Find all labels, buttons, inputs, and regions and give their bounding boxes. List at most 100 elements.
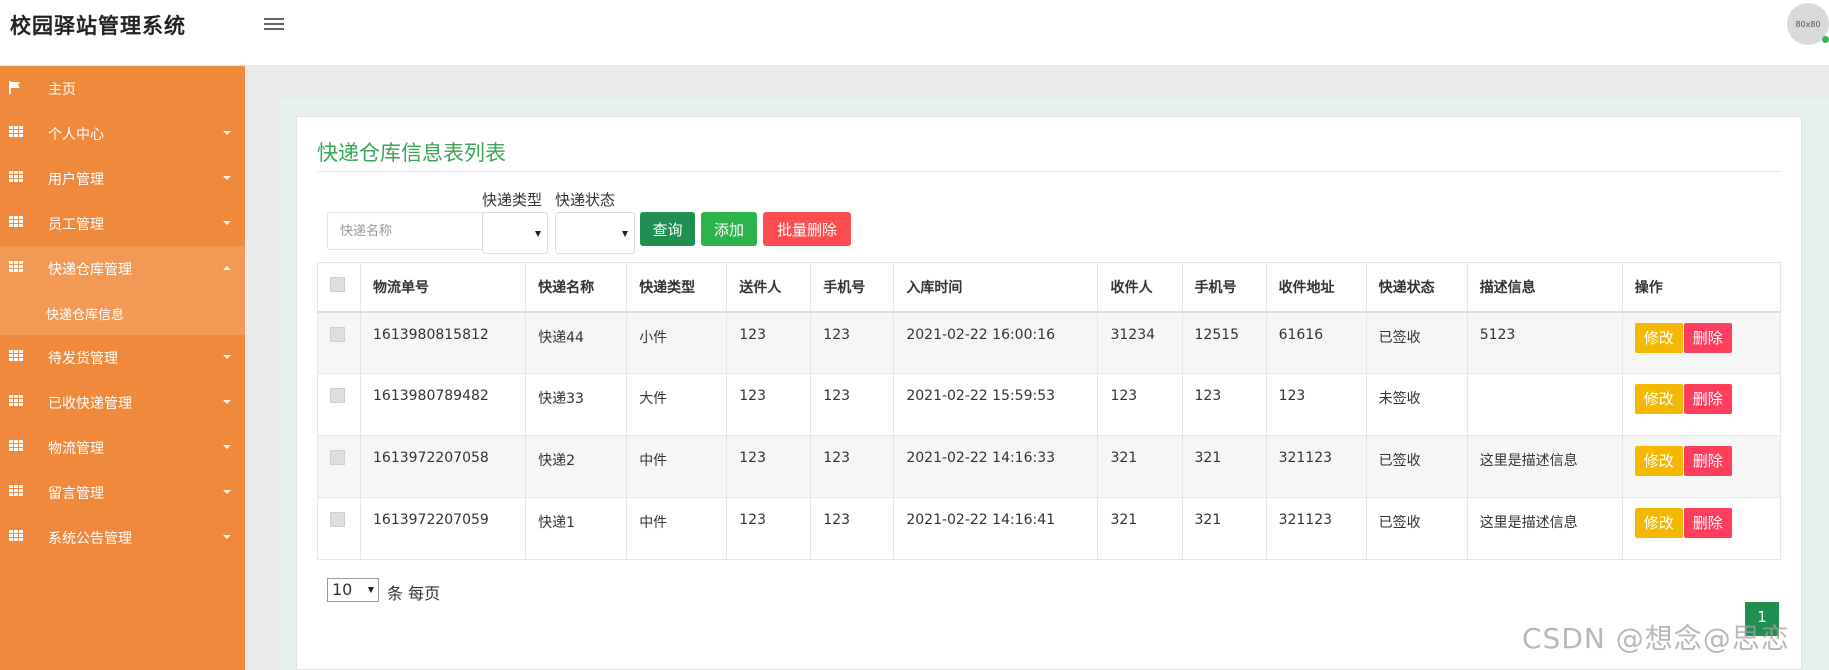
row-checkbox[interactable] (330, 512, 345, 527)
delete-button[interactable]: 删除 (1683, 322, 1732, 353)
sidebar-item-label: 待发货管理 (48, 350, 118, 367)
add-button[interactable]: 添加 (701, 212, 757, 246)
sidebar-item[interactable]: 主页 (0, 66, 245, 111)
column-header: 收件人 (1097, 262, 1183, 312)
title-divider (317, 171, 1781, 172)
online-status-dot (1822, 36, 1829, 43)
table-cell: 5123 (1466, 311, 1623, 374)
sidebar-item-label: 已收快递管理 (48, 395, 132, 412)
express-type-select[interactable] (482, 212, 548, 254)
sidebar-item[interactable]: 员工管理 (0, 201, 245, 246)
table-cell: 321 (1097, 497, 1183, 560)
sidebar-item[interactable]: 留言管理 (0, 470, 245, 515)
table-cell: 中件 (626, 497, 728, 560)
table-cell: 中件 (626, 435, 728, 498)
table-cell: 321123 (1265, 435, 1367, 498)
sidebar-item-label: 快递仓库管理 (48, 261, 132, 278)
content-card: 快递仓库信息表列表 快递类型 快递状态 查询 添加 批量删除 物流单号快递名称快… (296, 116, 1802, 670)
dropdown-arrow-icon (535, 231, 541, 237)
query-button[interactable]: 查询 (640, 212, 695, 246)
caret-down-icon (223, 131, 231, 135)
sidebar-item[interactable]: 物流管理 (0, 425, 245, 470)
edit-button[interactable]: 修改 (1634, 508, 1683, 538)
sidebar-item-label: 用户管理 (48, 171, 104, 188)
edit-button[interactable]: 修改 (1634, 322, 1683, 353)
sidebar: 主页个人中心用户管理员工管理快递仓库管理快递仓库信息待发货管理已收快递管理物流管… (0, 66, 245, 670)
table-cell: 123 (1265, 373, 1367, 436)
table-cell: 未签收 (1365, 373, 1468, 436)
grid-icon (9, 440, 23, 452)
table-cell: 1613980815812 (360, 311, 527, 374)
grid-icon (9, 350, 23, 362)
table-cell: 123 (726, 311, 812, 374)
sidebar-subitem[interactable]: 快递仓库信息 (0, 291, 245, 335)
express-name-search-input[interactable] (327, 212, 507, 250)
table-cell: 这里是描述信息 (1466, 497, 1623, 560)
table-cell: 123 (726, 435, 812, 498)
table-cell: 快递2 (525, 435, 628, 498)
sidebar-item[interactable]: 系统公告管理 (0, 515, 245, 560)
table-cell: 这里是描述信息 (1466, 435, 1623, 498)
page-size-select[interactable]: 10 (327, 578, 379, 602)
caret-up-icon (223, 266, 231, 270)
caret-down-icon (223, 400, 231, 404)
edit-button[interactable]: 修改 (1634, 384, 1683, 414)
table-cell: 1613972207059 (360, 497, 527, 560)
column-header: 快递状态 (1365, 262, 1468, 312)
row-checkbox[interactable] (330, 326, 345, 342)
sidebar-item[interactable]: 已收快递管理 (0, 380, 245, 425)
table-cell: 已签收 (1365, 435, 1468, 498)
caret-down-icon (223, 221, 231, 225)
grid-icon (9, 530, 23, 542)
delete-button[interactable]: 删除 (1683, 508, 1732, 538)
table-header-row: 物流单号 快递名称 快递类型 送件人 手机号 入库时间 收件人 手机号 收件地址 快递状态 描述信息… (316, 262, 1782, 312)
table-cell: 321 (1181, 435, 1267, 498)
row-select-cell (316, 497, 362, 560)
app-title: 校园驿站管理系统 (10, 14, 186, 38)
column-header: 快递类型 (626, 262, 728, 312)
grid-icon (9, 395, 23, 407)
table-cell: 321 (1097, 435, 1183, 498)
hamburger-menu-icon[interactable] (264, 15, 284, 33)
table-cell: 123 (1181, 373, 1267, 436)
table-cell: 321 (1181, 497, 1267, 560)
table-cell: 123 (726, 497, 812, 560)
table-cell (1466, 373, 1623, 436)
edit-button[interactable]: 修改 (1634, 446, 1683, 476)
grid-icon (9, 485, 23, 497)
grid-icon (9, 261, 23, 273)
row-actions-cell: 修改 删除 (1621, 435, 1782, 498)
table-cell: 2021-02-22 14:16:41 (893, 497, 1099, 560)
table-cell: 321123 (1265, 497, 1367, 560)
select-all-checkbox[interactable] (330, 277, 345, 293)
sidebar-item[interactable]: 待发货管理 (0, 335, 245, 380)
express-status-select[interactable] (555, 212, 635, 254)
sidebar-item[interactable]: 个人中心 (0, 111, 245, 156)
table-cell: 快递44 (525, 311, 628, 374)
row-checkbox[interactable] (330, 450, 345, 465)
express-type-label: 快递类型 (482, 191, 543, 209)
express-status-label: 快递状态 (555, 191, 616, 209)
delete-button[interactable]: 删除 (1683, 446, 1732, 476)
sidebar-item[interactable]: 快递仓库管理 (0, 246, 245, 291)
table-row: 1613972207058 快递2 中件 123 123 2021-02-22 14:16… (316, 435, 1782, 498)
table-cell: 123 (810, 311, 895, 374)
sidebar-item[interactable]: 用户管理 (0, 156, 245, 201)
table-cell: 123 (810, 497, 895, 560)
table-cell: 61616 (1265, 311, 1367, 374)
top-header: 校园驿站管理系统 80x80 (0, 0, 1829, 66)
per-page-label: 条 每页 (387, 584, 441, 603)
grid-icon (9, 171, 23, 183)
select-all-cell (316, 262, 362, 312)
table-cell: 123 (1097, 373, 1183, 436)
delete-button[interactable]: 删除 (1683, 384, 1732, 414)
sidebar-item-label: 主页 (48, 81, 76, 98)
caret-down-icon (223, 535, 231, 539)
table-cell: 12515 (1181, 311, 1267, 374)
table-cell: 小件 (626, 311, 728, 374)
batch-delete-button[interactable]: 批量删除 (763, 212, 851, 246)
row-checkbox[interactable] (330, 388, 345, 403)
table-cell: 快递33 (525, 373, 628, 436)
page-size-value: 10 (332, 580, 353, 599)
dropdown-arrow-icon (368, 587, 374, 593)
